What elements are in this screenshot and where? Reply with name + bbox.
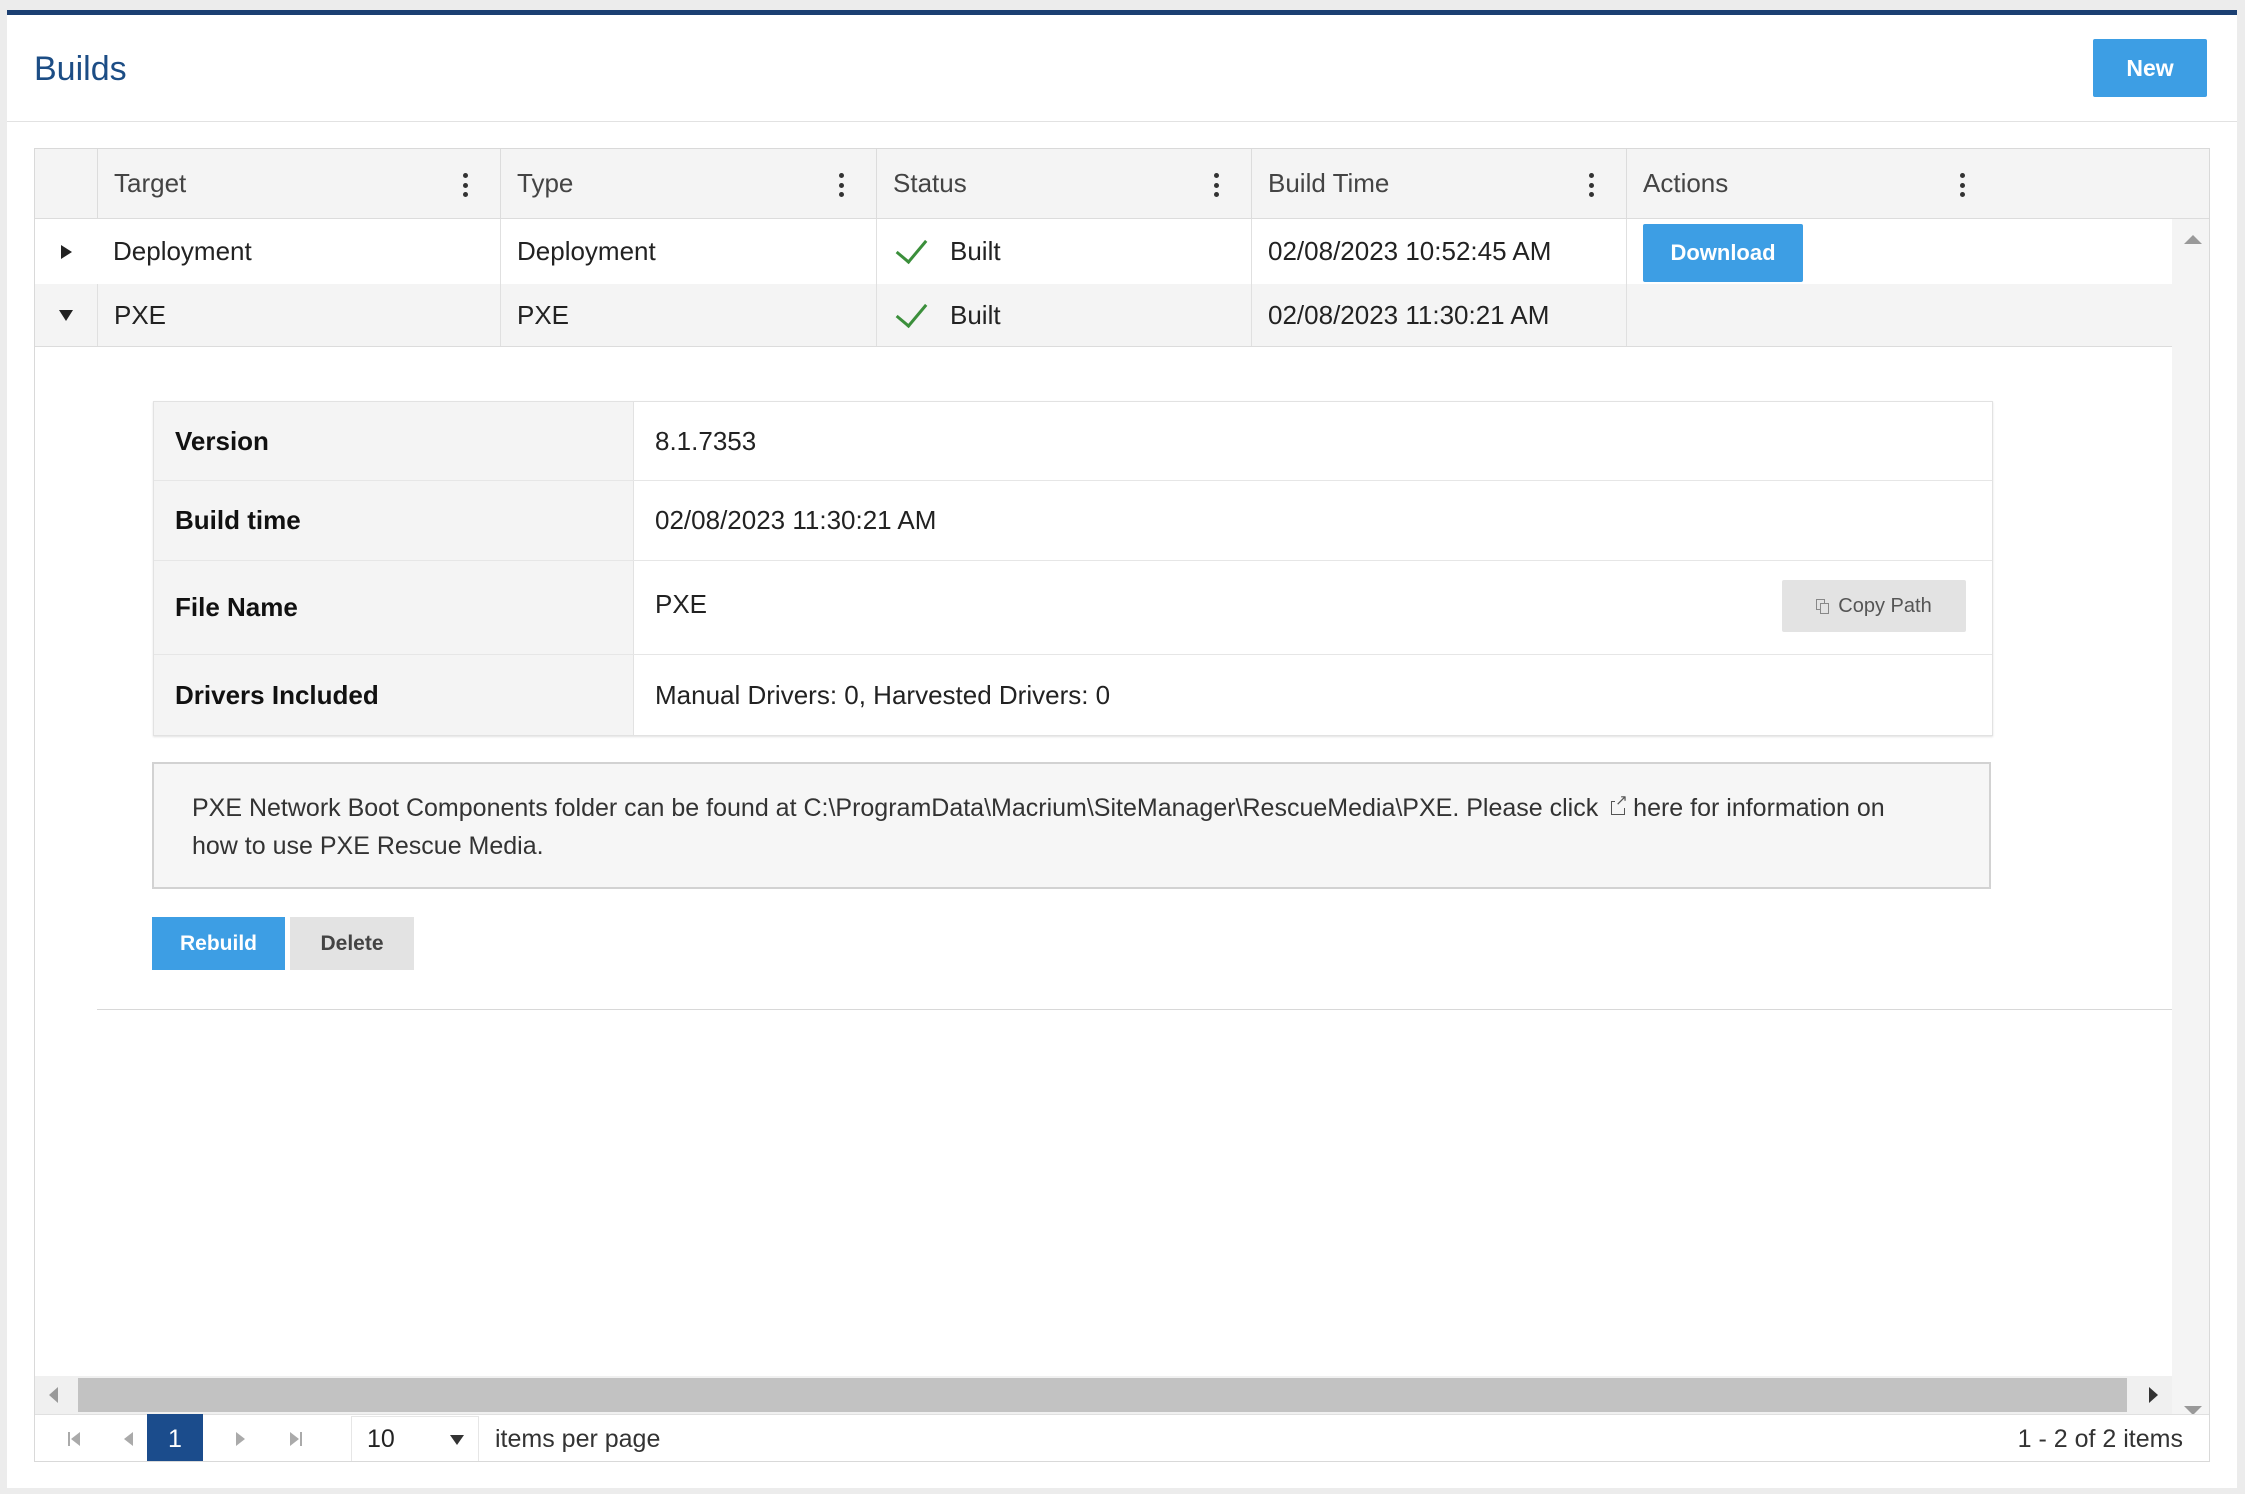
column-menu-icon[interactable] bbox=[1959, 173, 1965, 197]
pager: 1 10 items per page 1 - 2 of 2 items bbox=[35, 1414, 2209, 1461]
pxe-info-box: PXE Network Boot Components folder can b… bbox=[152, 762, 1991, 889]
detail-row-drivers: Drivers Included Manual Drivers: 0, Harv… bbox=[154, 655, 1992, 735]
scrollbar-thumb[interactable] bbox=[78, 1378, 2127, 1412]
items-per-page-label: items per page bbox=[495, 1425, 661, 1453]
table-row[interactable]: Deployment Deployment Built 02/08/2023 1… bbox=[35, 219, 2172, 284]
rebuild-button[interactable]: Rebuild bbox=[152, 917, 285, 970]
first-page-icon[interactable] bbox=[55, 1415, 93, 1461]
copy-icon bbox=[1816, 599, 1830, 614]
version-value: 8.1.7353 bbox=[655, 425, 757, 456]
page-number-current[interactable]: 1 bbox=[147, 1414, 203, 1461]
table-row[interactable]: PXE PXE Built 02/08/2023 11:30:21 AM bbox=[35, 284, 2172, 347]
horizontal-scrollbar[interactable] bbox=[35, 1376, 2172, 1414]
cell-status: Built bbox=[876, 284, 1251, 346]
detail-row-version: Version 8.1.7353 bbox=[154, 402, 1992, 481]
build-time-value: 02/08/2023 11:30:21 AM bbox=[655, 505, 937, 535]
column-menu-icon[interactable] bbox=[1213, 173, 1219, 197]
cell-type: Deployment bbox=[500, 219, 876, 284]
column-header-target[interactable]: Target bbox=[97, 149, 500, 218]
scroll-left-icon[interactable] bbox=[49, 1387, 58, 1403]
column-menu-icon[interactable] bbox=[838, 173, 844, 197]
help-link[interactable]: here for information on bbox=[1633, 794, 1885, 822]
cell-target: Deployment bbox=[113, 236, 252, 266]
cell-actions bbox=[1626, 284, 2172, 346]
copy-path-button[interactable]: Copy Path bbox=[1782, 580, 1966, 632]
detail-label: Drivers Included bbox=[154, 655, 634, 735]
external-link-icon[interactable] bbox=[1611, 793, 1628, 815]
column-menu-icon[interactable] bbox=[462, 173, 468, 197]
last-page-icon[interactable] bbox=[277, 1415, 315, 1461]
detail-row-file-name: File Name PXE Copy Path bbox=[154, 561, 1992, 655]
build-details-table: Version 8.1.7353 Build time 02/08/2023 1… bbox=[153, 401, 1993, 736]
grid-header: Target Type Status Build Time Actions bbox=[35, 149, 2209, 219]
download-button[interactable]: Download bbox=[1643, 224, 1803, 282]
detail-label: File Name bbox=[154, 561, 634, 654]
drivers-value: Manual Drivers: 0, Harvested Drivers: 0 bbox=[655, 679, 1111, 710]
cell-build-time: 02/08/2023 11:30:21 AM bbox=[1251, 284, 1626, 346]
builds-grid: Target Type Status Build Time Actions De… bbox=[34, 148, 2210, 1462]
column-header-actions[interactable]: Actions bbox=[1626, 149, 1997, 218]
collapse-arrow-icon[interactable] bbox=[35, 284, 97, 346]
cell-build-time: 02/08/2023 10:52:45 AM bbox=[1251, 219, 1626, 284]
scroll-right-icon[interactable] bbox=[2149, 1387, 2158, 1403]
cell-type: PXE bbox=[500, 284, 876, 346]
delete-button[interactable]: Delete bbox=[290, 917, 414, 970]
column-menu-icon[interactable] bbox=[1588, 173, 1594, 197]
detail-label: Version bbox=[154, 402, 634, 480]
detail-divider bbox=[97, 1009, 2172, 1010]
cell-status: Built bbox=[876, 219, 1251, 284]
column-header-build-time[interactable]: Build Time bbox=[1251, 149, 1626, 218]
next-page-icon[interactable] bbox=[221, 1415, 259, 1461]
check-icon bbox=[895, 230, 928, 265]
new-button[interactable]: New bbox=[2093, 39, 2207, 97]
header-divider bbox=[7, 121, 2237, 122]
pager-summary: 1 - 2 of 2 items bbox=[2017, 1425, 2183, 1453]
detail-label: Build time bbox=[154, 481, 634, 560]
page-size-dropdown[interactable]: 10 bbox=[351, 1416, 479, 1461]
chevron-down-icon bbox=[450, 1435, 464, 1445]
expand-arrow-icon[interactable] bbox=[35, 219, 97, 284]
page-title: Builds bbox=[34, 50, 127, 88]
scroll-up-icon[interactable] bbox=[2184, 235, 2202, 244]
builds-panel: Builds New Target Type Status Build Time… bbox=[7, 10, 2237, 1488]
column-header-type[interactable]: Type bbox=[500, 149, 876, 218]
detail-row-build-time: Build time 02/08/2023 11:30:21 AM bbox=[154, 481, 1992, 561]
cell-target: PXE bbox=[97, 284, 500, 346]
vertical-scrollbar[interactable] bbox=[2172, 219, 2209, 1431]
cell-actions: Download bbox=[1626, 219, 2172, 284]
check-icon bbox=[895, 294, 928, 328]
previous-page-icon[interactable] bbox=[109, 1415, 147, 1461]
column-header-status[interactable]: Status bbox=[876, 149, 1251, 218]
